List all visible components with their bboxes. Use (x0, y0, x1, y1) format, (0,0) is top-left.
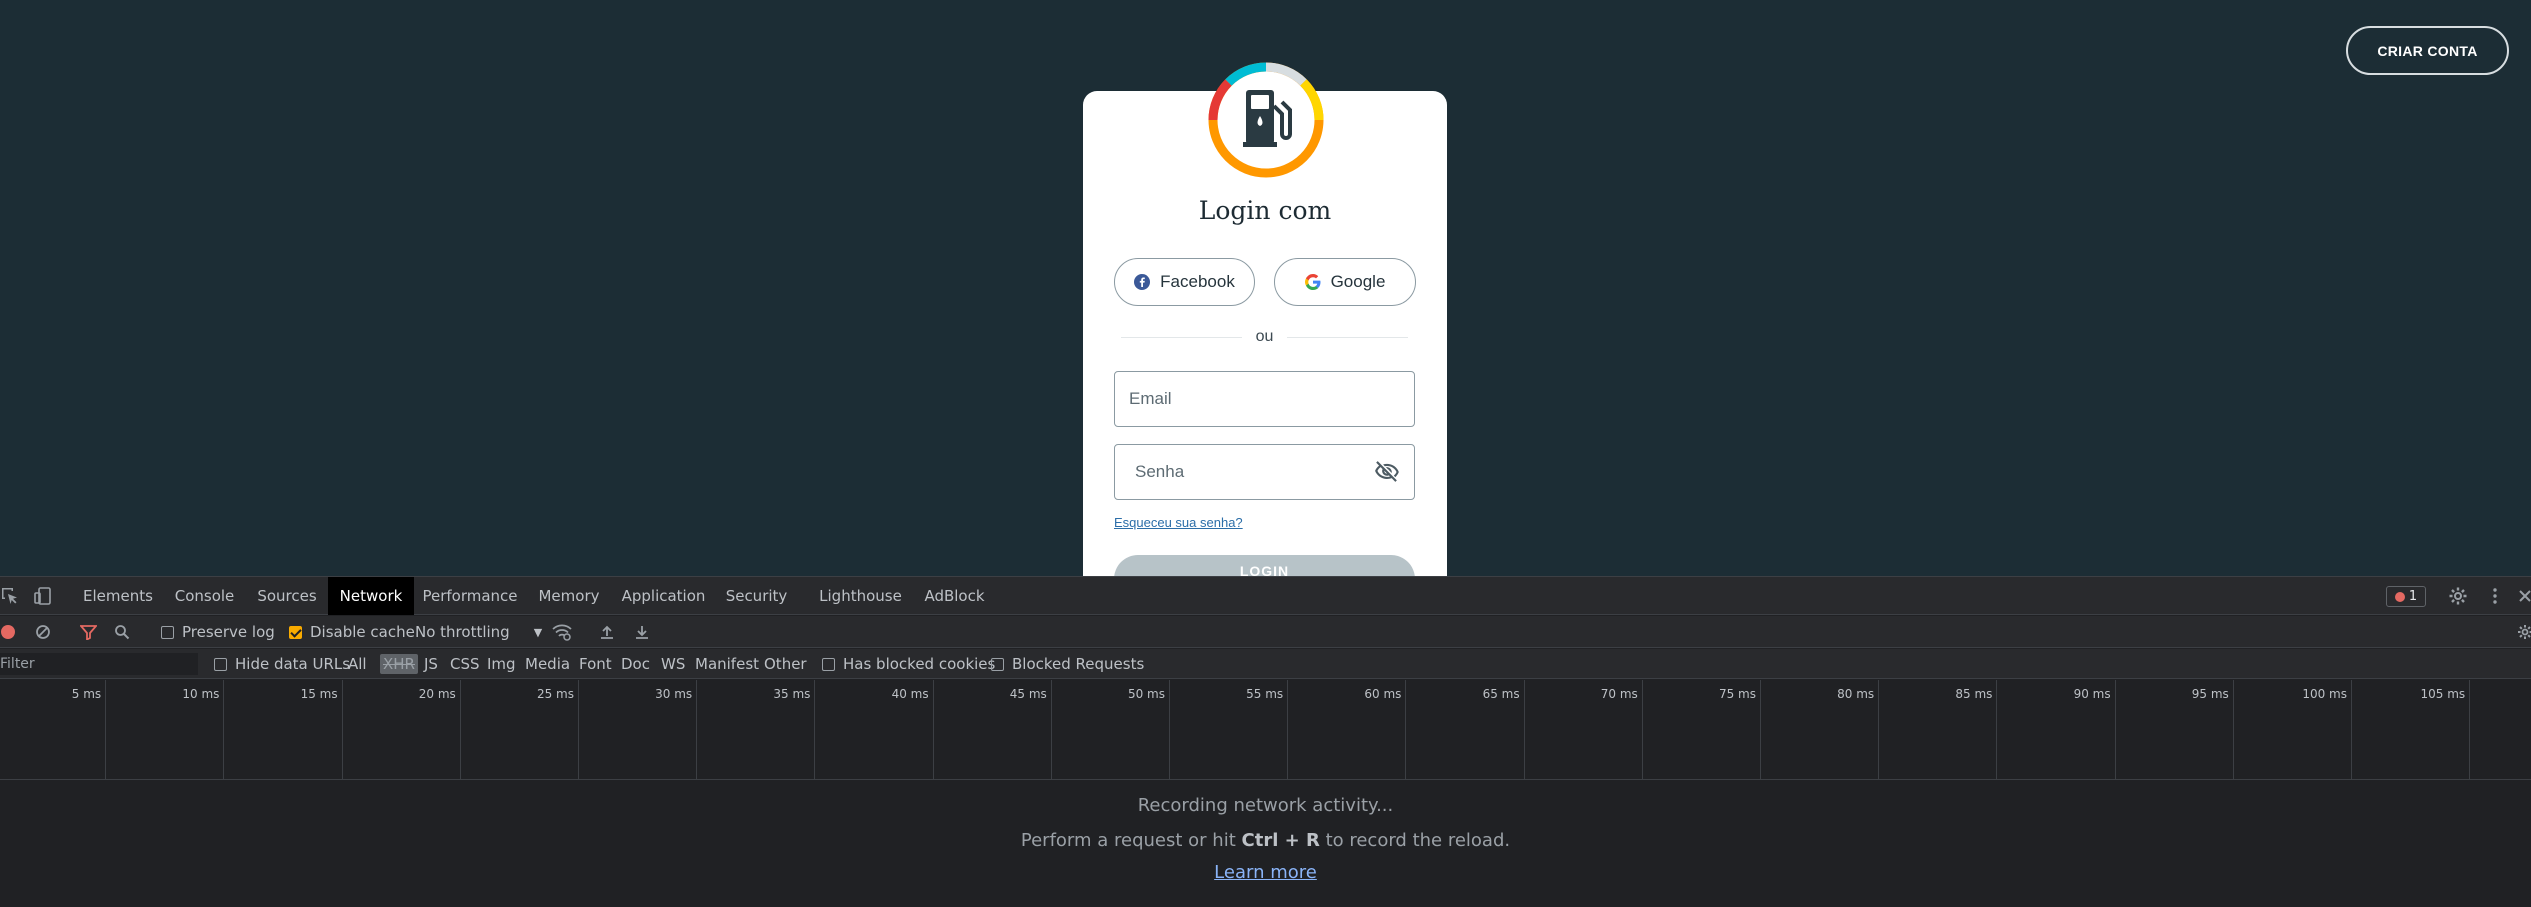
timeline-tick: 105 ms (0, 680, 2471, 780)
tab-lighthouse[interactable]: Lighthouse (815, 577, 906, 615)
criar-conta-button[interactable]: CRIAR CONTA (2346, 26, 2509, 75)
tab-network[interactable]: Network (328, 577, 414, 615)
preserve-log-label: Preserve log (182, 623, 275, 641)
filter-type-js[interactable]: JS (424, 649, 438, 679)
error-count: 1 (2408, 589, 2418, 604)
filter-type-css[interactable]: CSS (450, 649, 480, 679)
or-divider: ou (1121, 326, 1409, 348)
facebook-icon (1134, 274, 1151, 290)
preserve-log-checkbox[interactable]: Preserve log (161, 616, 275, 648)
network-toolbar: Preserve log Disable cache No throttling… (0, 616, 2531, 648)
email-field-wrapper (1114, 371, 1415, 427)
filter-type-doc[interactable]: Doc (621, 649, 650, 679)
blocked-requests-checkbox[interactable]: Blocked Requests (991, 649, 1144, 679)
password-field-wrapper (1114, 444, 1415, 500)
chevron-down-icon: ▼ (533, 625, 543, 639)
google-icon (1304, 274, 1321, 290)
device-toolbar-icon[interactable] (33, 586, 53, 606)
timeline-tick-label: 105 ms (2420, 687, 2466, 701)
filter-type-media[interactable]: Media (525, 649, 570, 679)
google-login-button[interactable]: Google (1274, 258, 1416, 306)
error-count-badge[interactable]: 1 (2386, 586, 2426, 607)
tab-security[interactable]: Security (719, 577, 794, 615)
login-title: Login com (1198, 196, 1332, 225)
throttling-select[interactable]: No throttling ▼ (415, 616, 542, 648)
filter-type-manifest[interactable]: Manifest (695, 649, 759, 679)
has-blocked-cookies-box (822, 657, 835, 671)
filter-type-all[interactable]: All (348, 649, 367, 679)
filter-type-img[interactable]: Img (487, 649, 516, 679)
reload-shortcut: Ctrl + R (1241, 830, 1320, 851)
filter-input[interactable] (0, 653, 198, 675)
inspect-element-icon[interactable] (0, 586, 20, 606)
reload-hint-prefix: Perform a request or hit (1020, 830, 1242, 851)
disable-cache-box (289, 625, 302, 639)
tab-adblock[interactable]: AdBlock (918, 577, 991, 615)
email-field[interactable] (1129, 389, 1400, 409)
has-blocked-cookies-label: Has blocked cookies (843, 655, 996, 673)
disable-cache-label: Disable cache (310, 623, 415, 641)
filter-type-ws[interactable]: WS (661, 649, 685, 679)
filter-type-font[interactable]: Font (579, 649, 612, 679)
network-conditions-icon[interactable] (552, 623, 572, 641)
preserve-log-box (161, 625, 174, 639)
error-icon (2394, 591, 2405, 602)
hide-data-urls-box (214, 657, 227, 671)
import-har-icon[interactable] (599, 624, 615, 640)
clear-icon[interactable] (35, 624, 51, 640)
record-icon[interactable] (1, 625, 15, 639)
devtools-panel: Elements Console Sources Network Perform… (0, 576, 2531, 907)
filter-type-xhr[interactable]: XHR (380, 654, 418, 674)
recording-message: Recording network activity... (1137, 795, 1394, 816)
eye-off-icon[interactable] (1374, 459, 1400, 485)
export-har-icon[interactable] (634, 624, 650, 640)
more-options-icon[interactable] (2485, 586, 2505, 606)
network-timeline-overview[interactable]: 5 ms 10 ms 15 ms 20 ms 25 ms 30 ms 35 ms 40 ms 4… (0, 680, 2531, 780)
tab-performance[interactable]: Performance (421, 577, 519, 615)
network-filter-bar: Hide data URLs All XHR JS CSS Img Media … (0, 649, 2531, 679)
network-empty-state: Recording network activity... Perform a … (0, 795, 2531, 883)
search-icon[interactable] (114, 624, 130, 640)
blocked-requests-label: Blocked Requests (1012, 655, 1145, 673)
learn-more-link[interactable]: Learn more (1214, 862, 1317, 883)
has-blocked-cookies-checkbox[interactable]: Has blocked cookies (822, 649, 995, 679)
password-field[interactable] (1135, 462, 1374, 482)
tab-sources[interactable]: Sources (251, 577, 323, 615)
close-devtools-icon[interactable] (2515, 586, 2531, 606)
throttling-value: No throttling (415, 623, 510, 641)
devtools-tabbar: Elements Console Sources Network Perform… (0, 577, 2531, 615)
divider-text: ou (1255, 328, 1274, 345)
reload-hint: Perform a request or hit Ctrl + R to rec… (0, 830, 2531, 851)
fuel-pump-logo-icon (1208, 62, 1324, 178)
disable-cache-checkbox[interactable]: Disable cache (289, 616, 415, 648)
tab-elements[interactable]: Elements (77, 577, 159, 615)
filter-funnel-icon[interactable] (80, 624, 97, 640)
facebook-login-button[interactable]: Facebook (1114, 258, 1255, 306)
filter-type-other[interactable]: Other (764, 649, 807, 679)
hide-data-urls-checkbox[interactable]: Hide data URLs (214, 649, 350, 679)
blocked-requests-box (991, 657, 1004, 671)
forgot-password-link[interactable]: Esqueceu sua senha? (1114, 515, 1243, 530)
tab-console[interactable]: Console (167, 577, 242, 615)
tab-application[interactable]: Application (618, 577, 709, 615)
tab-memory[interactable]: Memory (531, 577, 607, 615)
reload-hint-suffix: to record the reload. (1319, 830, 1511, 851)
network-settings-gear-icon[interactable] (2517, 624, 2531, 640)
settings-gear-icon[interactable] (2448, 586, 2468, 606)
login-button[interactable]: LOGIN (1114, 555, 1415, 576)
facebook-label: Facebook (1160, 272, 1235, 291)
web-page: CRIAR CONTA Login com Facebook Google ou… (0, 0, 2531, 576)
google-label: Google (1330, 272, 1386, 291)
hide-data-urls-label: Hide data URLs (235, 655, 351, 673)
